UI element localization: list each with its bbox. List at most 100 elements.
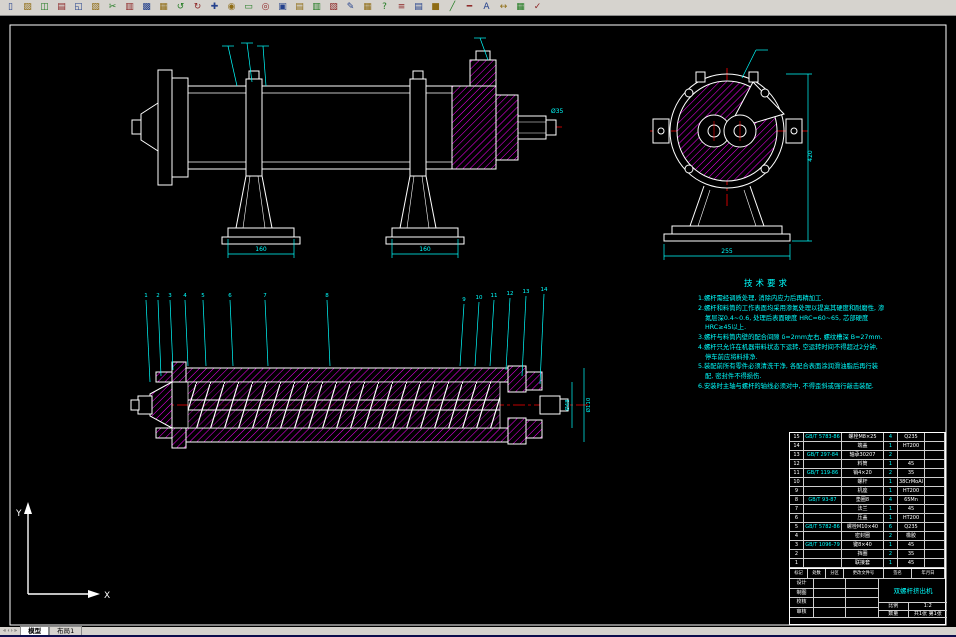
- svg-text:160: 160: [419, 246, 431, 253]
- toolbar-icon[interactable]: ■: [428, 1, 443, 14]
- toolbar-icon[interactable]: ✂: [105, 1, 120, 14]
- toolbar-icon[interactable]: ▧: [326, 1, 341, 14]
- toolbar-icon[interactable]: ◱: [71, 1, 86, 14]
- svg-text:160: 160: [255, 246, 267, 253]
- toolbar-icon-glyph: ◱: [74, 2, 83, 12]
- field-signature: [814, 608, 846, 618]
- tab-layout1[interactable]: 布局1: [49, 626, 83, 635]
- toolbar-icon-glyph: ▤: [295, 2, 304, 12]
- part-number: 7: [790, 505, 804, 514]
- section-view[interactable]: [130, 361, 588, 449]
- part-material: HT200: [898, 514, 925, 523]
- svg-text:Ø48: Ø48: [564, 399, 571, 411]
- toolbar-icon[interactable]: ▯: [3, 1, 18, 14]
- part-material: HT200: [898, 487, 925, 496]
- part-name: 螺杆: [842, 478, 884, 487]
- title-block-top-cell: 标记: [790, 569, 808, 579]
- part-qty: 2: [884, 469, 898, 478]
- svg-text:2: 2: [156, 293, 160, 299]
- part-number: 10: [790, 478, 804, 487]
- toolbar-icon[interactable]: ▦: [360, 1, 375, 14]
- part-note: [925, 523, 945, 532]
- side-view[interactable]: [131, 50, 562, 245]
- toolbar-icon[interactable]: ◎: [258, 1, 273, 14]
- part-code: GB/T 297-84: [804, 451, 842, 460]
- svg-text:6: 6: [228, 293, 232, 299]
- part-qty: 1: [884, 460, 898, 469]
- toolbar-icon[interactable]: ↔: [496, 1, 511, 14]
- part-qty: 1: [884, 442, 898, 451]
- part-material: 45: [898, 541, 925, 550]
- toolbar-icon-glyph: ◫: [40, 2, 49, 12]
- part-note: [925, 550, 945, 559]
- part-number: 11: [790, 469, 804, 478]
- part-note: [925, 487, 945, 496]
- svg-text:Ø110: Ø110: [585, 397, 592, 412]
- toolbar-icon[interactable]: ━: [462, 1, 477, 14]
- part-name: 机座: [842, 487, 884, 496]
- toolbar-icon[interactable]: ▥: [309, 1, 324, 14]
- toolbar-icon[interactable]: ╱: [445, 1, 460, 14]
- toolbar-icon[interactable]: ▧: [88, 1, 103, 14]
- field-signature: [814, 588, 846, 599]
- part-code: GB/T 5782-86: [804, 523, 842, 532]
- part-note: [925, 478, 945, 487]
- tab-nav-button[interactable]: »: [14, 627, 17, 635]
- tab-model[interactable]: 模型: [20, 626, 50, 635]
- toolbar-icon[interactable]: ▦: [513, 1, 528, 14]
- toolbar-icon[interactable]: ≡: [394, 1, 409, 14]
- parts-list-row: 3 GB/T 1096-79 键8×40 1 45: [790, 541, 945, 550]
- toolbar-icon[interactable]: ▤: [54, 1, 69, 14]
- toolbar-icon[interactable]: ✓: [530, 1, 545, 14]
- end-view[interactable]: [650, 68, 808, 242]
- toolbar-icon[interactable]: A: [479, 1, 494, 14]
- part-qty: 1: [884, 487, 898, 496]
- part-material: 38CrMoAl: [898, 478, 925, 487]
- field-label: 设计: [790, 579, 814, 589]
- svg-text:420: 420: [807, 150, 814, 162]
- tab-nav-button[interactable]: «: [3, 627, 6, 635]
- toolbar-icon[interactable]: ✚: [207, 1, 222, 14]
- svg-text:X: X: [104, 591, 110, 601]
- toolbar-icon[interactable]: ▩: [139, 1, 154, 14]
- svg-text:8: 8: [325, 293, 329, 299]
- toolbar-icon[interactable]: ▦: [156, 1, 171, 14]
- part-code: [804, 478, 842, 487]
- toolbar-icon-glyph: ▤: [414, 2, 423, 12]
- drawing-title: 双螺杆挤出机: [879, 579, 947, 603]
- toolbar-icon[interactable]: ↻: [190, 1, 205, 14]
- part-material: 35: [898, 469, 925, 478]
- ucs-icon: Y X: [15, 502, 110, 601]
- toolbar-icon[interactable]: ?: [377, 1, 392, 14]
- toolbar-icon[interactable]: ◫: [37, 1, 52, 14]
- svg-text:3: 3: [168, 293, 172, 299]
- title-block-and-parts-list: 15 GB/T 5783-86 螺栓M8×25 4 Q235 14 端盖 1 H…: [789, 432, 947, 625]
- tab-nav-button[interactable]: ›: [11, 627, 13, 635]
- scale-value: 1:2: [908, 603, 947, 611]
- toolbar-icon[interactable]: ▭: [241, 1, 256, 14]
- part-material: HT200: [898, 442, 925, 451]
- toolbar-icon[interactable]: ↺: [173, 1, 188, 14]
- tab-nav-button[interactable]: ‹: [7, 627, 9, 635]
- drawing-canvas[interactable]: 160 160 Ø35 420 255 1 2 3 4 5 6 7 8 9 10…: [0, 16, 956, 627]
- scale-label: 比例: [879, 603, 909, 611]
- part-material: [898, 451, 925, 460]
- title-block-top-row: 标记 处数 分区 更改文件号 签名 年月日: [790, 569, 945, 579]
- svg-text:4: 4: [183, 293, 187, 299]
- toolbar-icon-glyph: ▦: [363, 2, 372, 12]
- toolbar-icon[interactable]: ◉: [224, 1, 239, 14]
- toolbar-icon-glyph: ▤: [57, 2, 66, 12]
- toolbar-icon[interactable]: ▨: [20, 1, 35, 14]
- svg-text:11: 11: [491, 293, 498, 299]
- toolbar-icon-glyph: ▩: [142, 2, 151, 12]
- technical-requirements-list: 1.螺杆需经调质处理, 消除内应力后再精加工. 2.螺杆和料筒的工作表面均采用渗氮…: [698, 294, 886, 392]
- toolbar-icon[interactable]: ▤: [411, 1, 426, 14]
- toolbar-icon[interactable]: ▤: [292, 1, 307, 14]
- part-number: 2: [790, 550, 804, 559]
- toolbar-icon[interactable]: ▥: [122, 1, 137, 14]
- toolbar-icon[interactable]: ✎: [343, 1, 358, 14]
- part-note: [925, 532, 945, 541]
- toolbar-icon[interactable]: ▣: [275, 1, 290, 14]
- title-block: 标记 处数 分区 更改文件号 签名 年月日 设计 制图 校核 审核 双螺杆挤出机…: [790, 568, 947, 618]
- part-code: [804, 442, 842, 451]
